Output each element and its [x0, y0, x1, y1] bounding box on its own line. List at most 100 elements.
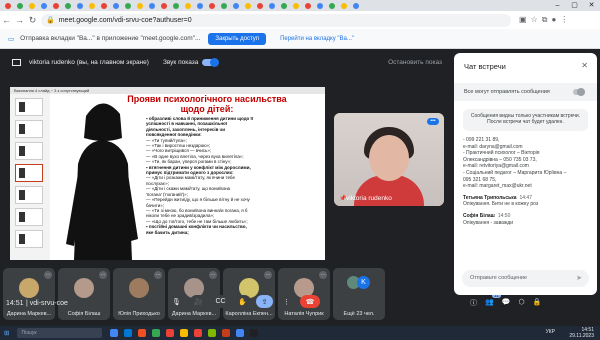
browser-tab[interactable]: [170, 1, 181, 10]
browser-tab[interactable]: [326, 1, 337, 10]
taskbar-app-icon[interactable]: [110, 329, 119, 337]
presenter-camera-tile[interactable]: ••• 📌 viktoria rudenko: [334, 113, 444, 206]
info-icon[interactable]: ⓘ: [470, 298, 477, 308]
taskbar-date: 29.11.2023: [569, 333, 594, 339]
forward-icon[interactable]: →: [13, 15, 26, 25]
browser-tab[interactable]: [50, 1, 61, 10]
browser-tab[interactable]: [38, 1, 49, 10]
keyboard-language[interactable]: УКР: [546, 329, 555, 335]
minimize-icon[interactable]: –: [549, 0, 566, 11]
present-now-button[interactable]: ⇪: [256, 295, 273, 308]
taskbar-app-icon[interactable]: [180, 329, 189, 337]
browser-tab[interactable]: [254, 1, 265, 10]
browser-tab[interactable]: [98, 1, 109, 10]
stop-presenting-button[interactable]: Остановить показ: [388, 59, 442, 66]
tab-favicon-icon: [292, 2, 299, 9]
tab-favicon-icon: [256, 2, 263, 9]
captions-button[interactable]: CC: [212, 295, 229, 308]
chat-permission-toggle[interactable]: [573, 88, 585, 96]
slide-thumbnail[interactable]: [15, 120, 43, 138]
taskbar-app-icon[interactable]: [236, 329, 245, 337]
stop-sharing-button[interactable]: Закрыть доступ: [208, 32, 267, 45]
chat-icon[interactable]: 💬: [502, 298, 511, 308]
browser-tab[interactable]: [314, 1, 325, 10]
tab-favicon-icon: [160, 2, 167, 9]
tile-more-options-icon[interactable]: •••: [427, 118, 439, 125]
chat-message: Тетьяна Трипольська 14:47 Опікування. Бити…: [463, 195, 591, 208]
browser-tab[interactable]: [62, 1, 73, 10]
browser-tab[interactable]: [122, 1, 133, 10]
browser-tab-strip: [0, 0, 600, 11]
browser-tab[interactable]: [338, 1, 349, 10]
taskbar-app-icon[interactable]: [194, 329, 203, 337]
chat-input[interactable]: Отправьте сообщение ➤: [462, 270, 589, 287]
reload-icon[interactable]: ↻: [26, 15, 39, 26]
browser-tab[interactable]: [350, 1, 361, 10]
tab-favicon-icon: [208, 2, 215, 9]
people-icon[interactable]: 👥 31: [485, 293, 502, 308]
tab-favicon-icon: [172, 2, 179, 9]
tab-favicon-icon: [328, 2, 335, 9]
slide-thumbnail[interactable]: [15, 208, 43, 226]
slide-thumbnail[interactable]: [15, 142, 43, 160]
profile-icon[interactable]: ●: [551, 15, 556, 25]
menu-icon[interactable]: ⋮: [560, 15, 568, 25]
send-icon[interactable]: ➤: [576, 270, 582, 287]
star-icon[interactable]: ☆: [531, 15, 538, 25]
camera-indicator-icon[interactable]: ▣: [519, 15, 527, 25]
taskbar-app-icon[interactable]: [152, 329, 161, 337]
presentation-bar: viktoria rudenko (вы, на главном экране)…: [0, 49, 454, 75]
taskbar-app-icon[interactable]: [124, 329, 133, 337]
slide-thumbnail[interactable]: [15, 230, 43, 248]
host-controls-icon[interactable]: 🔒: [533, 298, 542, 308]
browser-tab[interactable]: [290, 1, 301, 10]
tab-favicon-icon: [40, 2, 47, 9]
browser-tab[interactable]: [206, 1, 217, 10]
browser-tab[interactable]: [158, 1, 169, 10]
browser-tab[interactable]: [146, 1, 157, 10]
more-options-button[interactable]: ⋮: [278, 295, 295, 308]
browser-tab[interactable]: [278, 1, 289, 10]
taskbar-app-icon[interactable]: [138, 329, 147, 337]
share-sound-toggle[interactable]: [202, 57, 220, 67]
goto-tab-link[interactable]: Перейти на вкладку "Ва...": [280, 36, 354, 42]
taskbar-app-icon[interactable]: [250, 329, 259, 337]
taskbar-app-icon[interactable]: [208, 329, 217, 337]
activities-icon[interactable]: ⬡: [518, 298, 524, 308]
back-icon[interactable]: ←: [0, 15, 13, 25]
maximize-icon[interactable]: ▢: [566, 0, 583, 11]
taskbar-app-icon[interactable]: [222, 329, 231, 337]
windows-start-icon[interactable]: ⊞: [4, 329, 9, 337]
system-clock[interactable]: 14:51 29.11.2023: [569, 327, 594, 339]
slide-thumbnail-active[interactable]: [15, 164, 43, 182]
address-bar[interactable]: 🔒 meet.google.com/vdi-srvu-coe?authuser=…: [41, 13, 511, 27]
slide-thumbnail[interactable]: [15, 98, 43, 116]
raise-hand-button[interactable]: ✋: [234, 295, 251, 308]
extensions-icon[interactable]: ⧉: [542, 15, 548, 25]
browser-tab[interactable]: [86, 1, 97, 10]
chat-panel: Чат встречи ✕ Все могут отправлять сообщ…: [454, 53, 597, 295]
browser-tab[interactable]: [230, 1, 241, 10]
tab-favicon-icon: [304, 2, 311, 9]
taskbar-search[interactable]: Пошук: [17, 328, 103, 338]
close-icon[interactable]: ✕: [581, 61, 588, 70]
browser-tab[interactable]: [218, 1, 229, 10]
browser-tab[interactable]: [134, 1, 145, 10]
browser-tab[interactable]: [26, 1, 37, 10]
browser-tab[interactable]: [194, 1, 205, 10]
tab-favicon-icon: [232, 2, 239, 9]
leave-call-button[interactable]: ☎: [300, 295, 320, 308]
microphone-button[interactable]: 🎙: [168, 295, 185, 308]
browser-tab[interactable]: [266, 1, 277, 10]
camera-button[interactable]: 🎥: [190, 295, 207, 308]
browser-tab[interactable]: [14, 1, 25, 10]
browser-tab[interactable]: [110, 1, 121, 10]
slide-thumbnail[interactable]: [15, 186, 43, 204]
taskbar-app-icon[interactable]: [166, 329, 175, 337]
browser-tab[interactable]: [182, 1, 193, 10]
browser-tab[interactable]: [242, 1, 253, 10]
browser-tab[interactable]: [302, 1, 313, 10]
browser-tab[interactable]: [2, 1, 13, 10]
close-icon[interactable]: ✕: [583, 0, 600, 11]
browser-tab[interactable]: [74, 1, 85, 10]
